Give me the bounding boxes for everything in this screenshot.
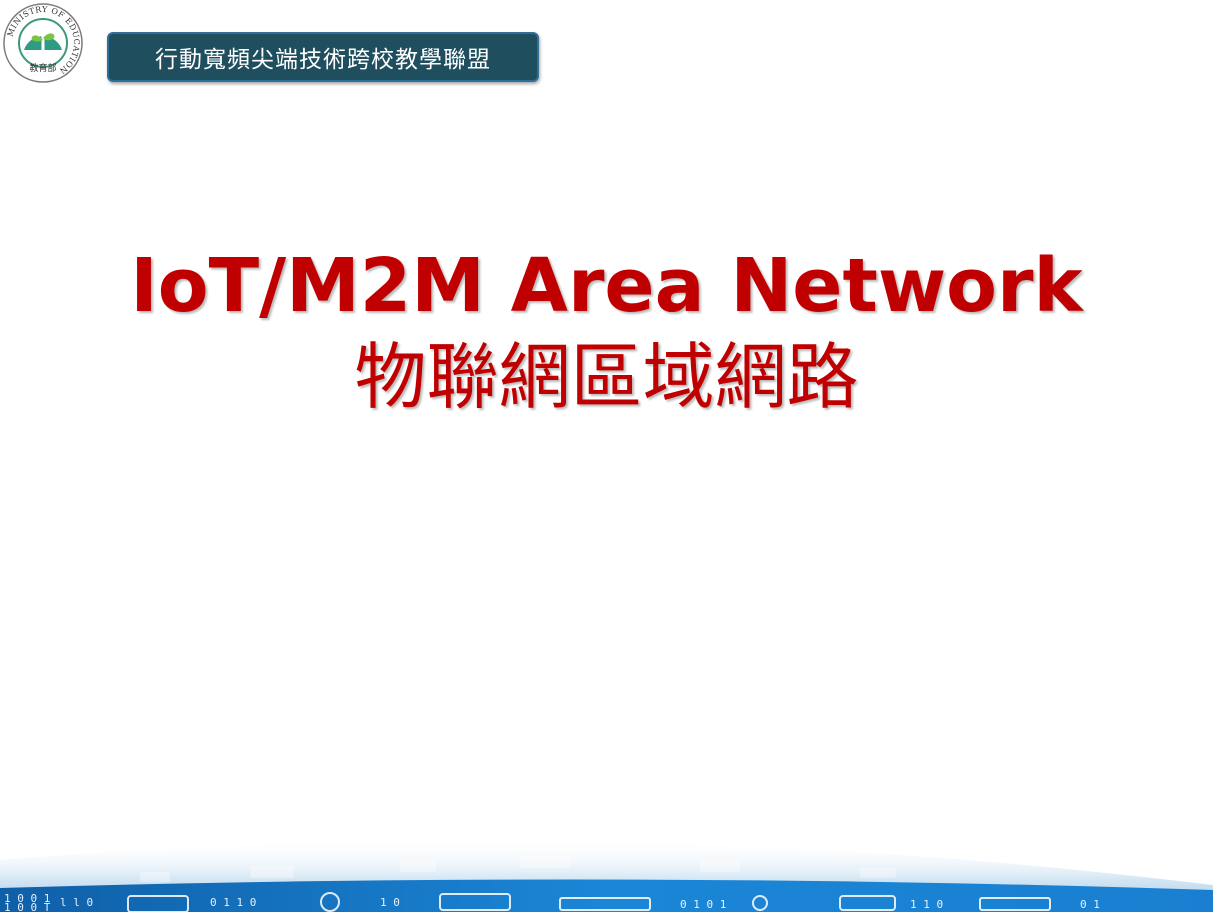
svg-text:1 0 0 T: 1 0 0 T xyxy=(4,901,51,912)
svg-text:0 1: 0 1 xyxy=(1080,898,1100,911)
svg-text:1 1 0: 1 1 0 xyxy=(910,898,943,911)
svg-text:0 1 1 0: 0 1 1 0 xyxy=(210,896,256,909)
binary-circuit-banner-icon: 1 0 0 1 1 0 0 T l l 0 0 1 1 0 1 0 0 1 0 … xyxy=(0,840,1213,912)
svg-text:1 0: 1 0 xyxy=(380,896,400,909)
alliance-badge-label: 行動寬頻尖端技術跨校教學聯盟 xyxy=(155,47,491,73)
slide-title-english: IoT/M2M Area Network xyxy=(130,243,1083,329)
svg-text:l l 0: l l 0 xyxy=(60,896,93,909)
svg-text:0 1 0 1: 0 1 0 1 xyxy=(680,898,726,911)
seal-center-text: 教育部 xyxy=(29,62,56,74)
ministry-of-education-logo: MINISTRY OF EDUCATION 教育部 xyxy=(2,2,84,84)
seal-icon: MINISTRY OF EDUCATION 教育部 xyxy=(3,3,83,83)
slide-title-chinese: 物聯網區域網路 xyxy=(354,335,859,419)
alliance-badge: 行動寬頻尖端技術跨校教學聯盟 xyxy=(107,32,539,82)
